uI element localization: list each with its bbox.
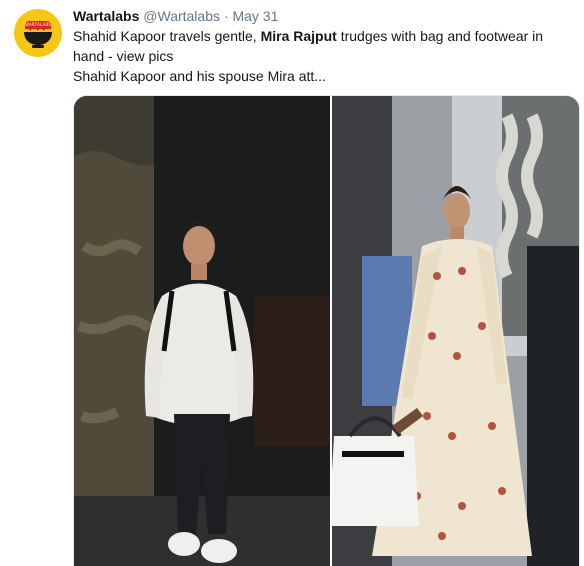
tweet-text-line-2: Shahid Kapoor and his spouse Mira att... [73,68,326,84]
man-in-white-sweater-image [74,96,330,566]
text-part-before: Shahid Kapoor travels gentle, [73,28,261,44]
avatar-brand-text: WARTALABS [25,21,51,29]
photo-left[interactable] [74,96,330,566]
separator-dot: · [223,8,229,24]
tweet-header: Wartalabs @Wartalabs · May 31 [73,7,278,25]
tweet-text: Shahid Kapoor travels gentle, Mira Rajpu… [73,26,565,86]
author-handle[interactable]: @Wartalabs [143,8,220,24]
avatar[interactable]: WARTALABS [14,9,62,57]
tweet-date[interactable]: May 31 [232,8,278,24]
tweet-text-line-1: Shahid Kapoor travels gentle, Mira Rajpu… [73,26,565,66]
photo-right[interactable] [332,96,579,566]
bowl-logo-icon [24,23,52,48]
woman-in-white-dress-image [332,96,579,566]
media-grid [73,95,580,566]
text-highlight: Mira Rajput [260,28,337,44]
author-name[interactable]: Wartalabs [73,8,139,24]
